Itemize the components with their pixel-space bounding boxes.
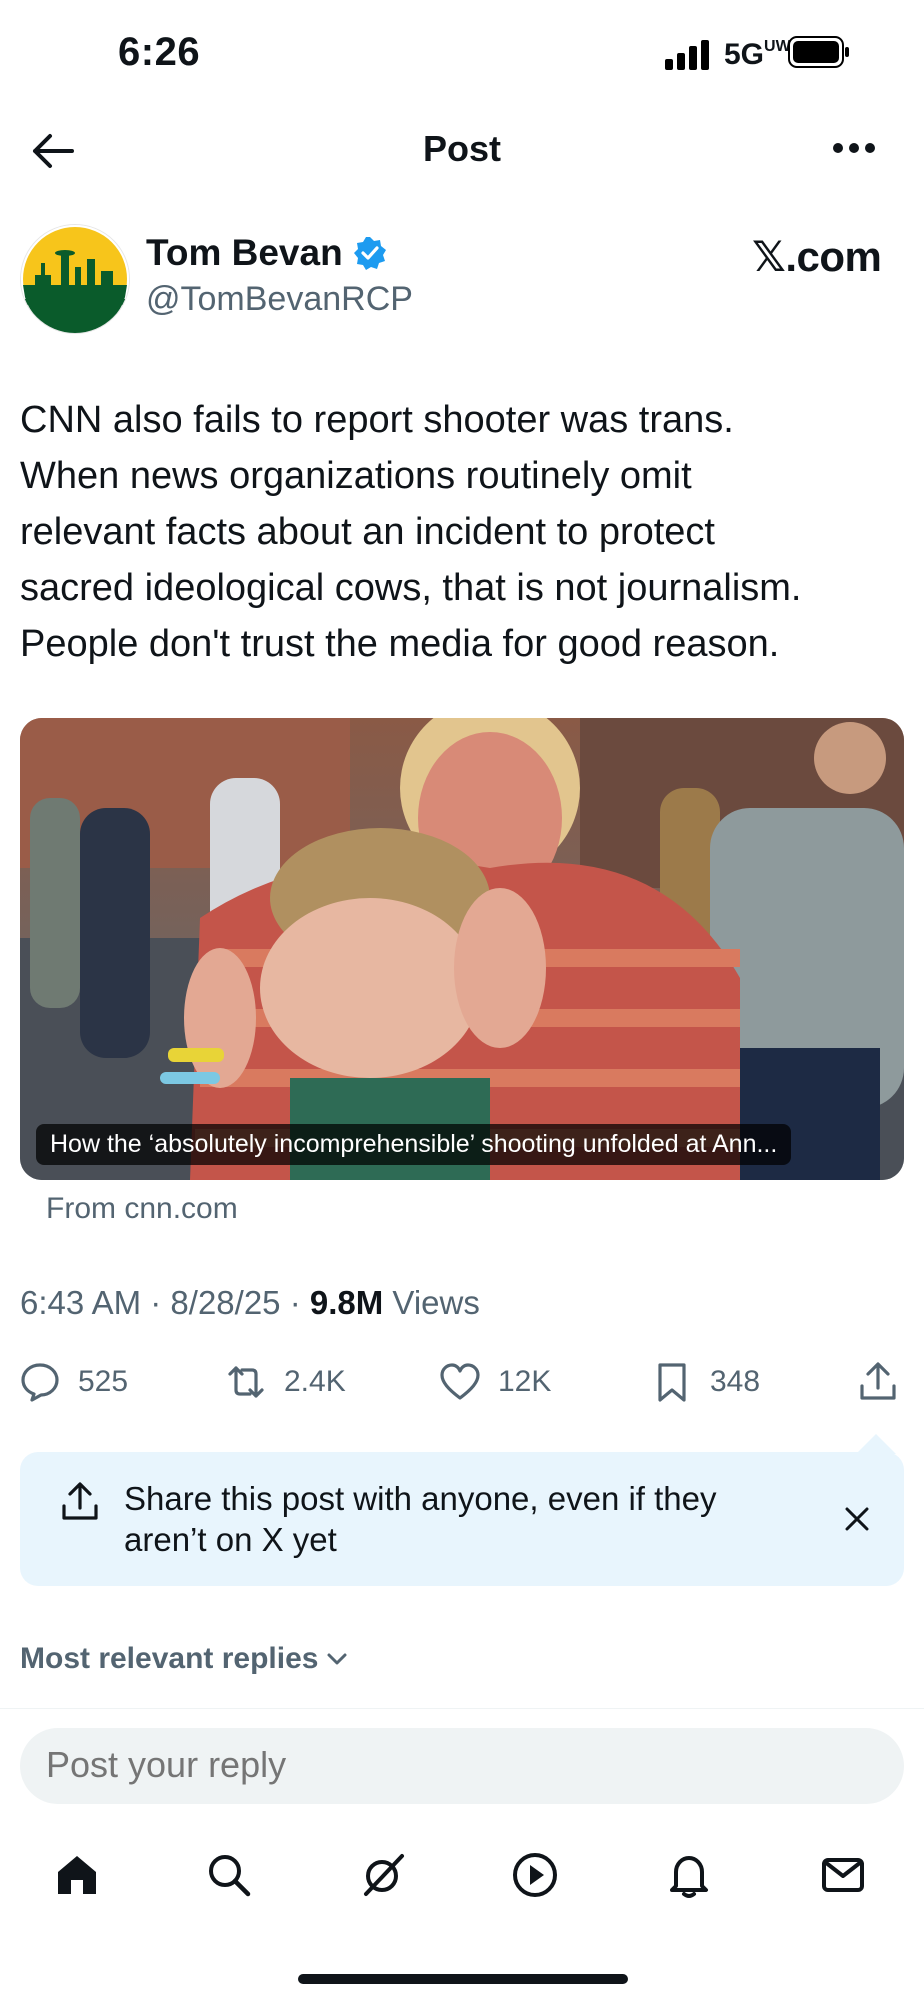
- news-photo: [20, 718, 904, 1180]
- author-handle[interactable]: @TomBevanRCP: [146, 280, 413, 319]
- grok-icon[interactable]: [358, 1850, 408, 1900]
- repost-count: 2.4K: [284, 1365, 346, 1398]
- post-date: 8/28/25: [170, 1284, 281, 1321]
- network-type: 5G: [724, 38, 765, 71]
- repost-button[interactable]: 2.4K: [224, 1360, 346, 1404]
- battery-icon: [788, 36, 849, 68]
- like-button[interactable]: 12K: [438, 1360, 551, 1404]
- home-icon[interactable]: [52, 1850, 102, 1900]
- bookmark-count: 348: [710, 1365, 761, 1398]
- divider: [0, 1708, 924, 1709]
- status-time: 6:26: [118, 30, 201, 74]
- messages-icon[interactable]: [818, 1850, 868, 1900]
- author-name-row: Tom Bevan: [146, 232, 387, 274]
- share-button[interactable]: [856, 1360, 900, 1404]
- reply-count: 525: [78, 1365, 129, 1398]
- share-banner-text: Share this post with anyone, even if the…: [124, 1480, 717, 1558]
- link-card-source[interactable]: From cnn.com: [46, 1192, 238, 1226]
- heart-icon: [440, 1363, 480, 1400]
- signal-icon: [665, 40, 709, 70]
- link-card-caption[interactable]: How the ‘absolutely incomprehensible’ sh…: [36, 1124, 792, 1165]
- share-icon: [860, 1362, 896, 1400]
- avatar[interactable]: [20, 224, 130, 334]
- home-indicator: [298, 1974, 628, 1984]
- video-icon[interactable]: [510, 1850, 560, 1900]
- more-options-icon[interactable]: [832, 140, 876, 156]
- share-upload-icon: [62, 1482, 98, 1520]
- network-indicator: 5GUW: [724, 38, 791, 72]
- post-time: 6:43 AM: [20, 1284, 142, 1321]
- author-name[interactable]: Tom Bevan: [146, 232, 343, 274]
- replies-sort-label: Most relevant replies: [20, 1642, 319, 1675]
- meta-separator: ·: [150, 1284, 162, 1321]
- bookmark-icon: [658, 1363, 686, 1402]
- reply-icon: [21, 1363, 59, 1402]
- x-brand-watermark: 𝕏.com: [752, 233, 882, 280]
- replies-sort-dropdown[interactable]: Most relevant replies: [20, 1642, 350, 1676]
- notifications-icon[interactable]: [664, 1850, 714, 1900]
- search-icon[interactable]: [204, 1850, 254, 1900]
- bookmark-button[interactable]: 348: [650, 1360, 760, 1404]
- link-card-image[interactable]: [20, 718, 904, 1180]
- like-count: 12K: [498, 1365, 552, 1398]
- meta-separator: ·: [289, 1284, 301, 1321]
- back-arrow-icon[interactable]: [30, 128, 76, 174]
- network-suffix: UW: [764, 38, 791, 55]
- reply-input[interactable]: [46, 1744, 866, 1786]
- close-icon[interactable]: [842, 1504, 872, 1534]
- reply-button[interactable]: 525: [18, 1360, 128, 1404]
- views-label: Views: [392, 1284, 480, 1321]
- page-title: Post: [422, 128, 501, 169]
- verified-badge-icon: [353, 237, 386, 270]
- chevron-down-icon: [327, 1653, 347, 1665]
- share-banner-pointer: [856, 1434, 896, 1454]
- sonics-logo-icon: [21, 225, 129, 333]
- repost-icon: [228, 1366, 264, 1398]
- views-count: 9.8M: [309, 1284, 384, 1321]
- post-meta: 6:43 AM · 8/28/25 · 9.8M Views: [20, 1284, 480, 1322]
- post-text: CNN also fails to report shooter was tra…: [20, 399, 802, 665]
